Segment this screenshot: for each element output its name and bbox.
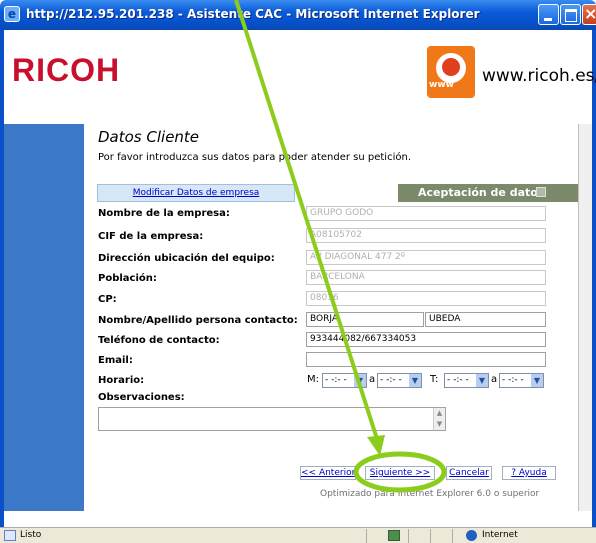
title-bar: e http://212.95.201.238 - Asistente CAC … — [0, 0, 596, 30]
company-name-field[interactable]: GRUPO GODO — [306, 206, 546, 221]
globe-icon — [466, 530, 477, 541]
accept-data-header: Aceptación de datos — [398, 184, 578, 202]
status-bar: Listo Internet — [0, 527, 596, 543]
status-divider — [452, 529, 453, 543]
company-name-label: Nombre de la empresa: — [98, 208, 230, 219]
page-icon — [4, 530, 16, 541]
accept-data-label: Aceptación de datos — [418, 186, 545, 199]
city-field[interactable]: BARCELONA — [306, 270, 546, 285]
notes-label: Observaciones: — [98, 392, 185, 403]
morning-to-value: - -:- - — [380, 375, 402, 385]
status-divider — [430, 529, 431, 543]
phone-field[interactable]: 933444082/667334053 — [306, 332, 546, 347]
contact-first-name-field[interactable]: BORJA — [306, 312, 424, 327]
previous-button[interactable]: << Anterior — [300, 466, 356, 480]
morning-prefix: M: — [307, 374, 319, 385]
postcode-field[interactable]: 08036 — [306, 291, 546, 306]
page-scrollbar[interactable] — [578, 124, 592, 511]
address-field[interactable]: AV DIAGONAL 477 2º — [306, 250, 546, 265]
notes-scrollbar[interactable]: ▲ ▼ — [433, 408, 445, 430]
minimize-button[interactable] — [538, 4, 559, 25]
ricoh-logo: RICOH — [12, 52, 121, 88]
afternoon-to-label: a — [491, 374, 498, 385]
morning-to-label: a — [369, 374, 376, 385]
phone-label: Teléfono de contacto: — [98, 335, 220, 346]
zone-text: Internet — [482, 530, 518, 540]
email-field[interactable] — [306, 352, 546, 367]
window-title: http://212.95.201.238 - Asistente CAC - … — [26, 7, 480, 21]
modify-company-link[interactable]: Modificar Datos de empresa — [97, 184, 295, 202]
contact-last-name-field[interactable]: UBEDA — [425, 312, 546, 327]
optimized-note: Optimizado para Internet Explorer 6.0 o … — [320, 489, 540, 499]
maximize-button[interactable] — [560, 4, 581, 25]
status-text: Listo — [20, 530, 42, 540]
morning-from-value: - -:- - — [325, 375, 347, 385]
cif-label: CIF de la empresa: — [98, 231, 204, 242]
afternoon-prefix: T: — [430, 374, 439, 385]
afternoon-from-value: - -:- - — [447, 375, 469, 385]
afternoon-from-select[interactable]: - -:- - ▼ — [444, 373, 489, 388]
security-icon — [388, 530, 400, 541]
chevron-down-icon[interactable]: ▼ — [354, 374, 366, 387]
status-divider — [366, 529, 367, 543]
accept-data-checkbox[interactable] — [536, 187, 546, 197]
status-divider — [408, 529, 409, 543]
browser-window: e http://212.95.201.238 - Asistente CAC … — [0, 0, 596, 543]
morning-from-select[interactable]: - -:- - ▼ — [322, 373, 367, 388]
chevron-down-icon[interactable]: ▼ — [409, 374, 421, 387]
afternoon-to-value: - -:- - — [502, 375, 524, 385]
postcode-label: CP: — [98, 294, 117, 305]
morning-to-select[interactable]: - -:- - ▼ — [377, 373, 422, 388]
chevron-down-icon[interactable]: ▼ — [531, 374, 543, 387]
cif-field[interactable]: A08105702 — [306, 228, 546, 243]
window-frame-right — [592, 30, 596, 527]
badge-text: www — [429, 80, 454, 90]
schedule-label: Horario: — [98, 375, 145, 386]
close-button[interactable] — [582, 4, 596, 25]
site-url: www.ricoh.es/cac — [482, 66, 596, 86]
internet-explorer-icon: e — [4, 6, 20, 22]
afternoon-to-select[interactable]: - -:- - ▼ — [499, 373, 544, 388]
cac-badge-icon: www — [427, 46, 475, 98]
next-button[interactable]: Siguiente >> — [365, 466, 435, 480]
help-button[interactable]: ? Ayuda — [502, 466, 556, 480]
email-label: Email: — [98, 355, 133, 366]
address-label: Dirección ubicación del equipo: — [98, 253, 275, 264]
cancel-button[interactable]: Cancelar — [446, 466, 492, 480]
notes-textarea[interactable]: ▲ ▼ — [98, 407, 446, 431]
page-title: Datos Cliente — [98, 128, 200, 146]
intro-text: Por favor introduzca sus datos para pode… — [98, 152, 411, 163]
contact-label: Nombre/Apellido persona contacto: — [98, 315, 298, 326]
chevron-down-icon[interactable]: ▼ — [476, 374, 488, 387]
city-label: Población: — [98, 273, 157, 284]
